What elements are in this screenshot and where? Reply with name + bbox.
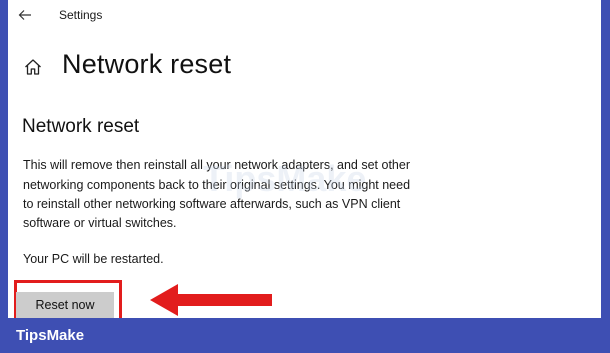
- settings-window: Settings Network reset Network reset Thi…: [8, 0, 601, 318]
- page-title: Network reset: [62, 49, 232, 79]
- description-line: software or virtual switches.: [23, 216, 177, 230]
- title-bar: Settings: [8, 0, 601, 30]
- screenshot-frame: Settings Network reset Network reset Thi…: [0, 0, 610, 353]
- home-icon[interactable]: [23, 57, 43, 77]
- restart-note: Your PC will be restarted.: [23, 252, 164, 266]
- description-line: networking components back to their orig…: [23, 178, 411, 192]
- arrow-left-icon[interactable]: [17, 7, 33, 23]
- red-arrow-annotation: [150, 284, 272, 316]
- description-line: to reinstall other networking software a…: [23, 197, 401, 211]
- reset-now-button[interactable]: Reset now: [16, 292, 114, 318]
- brand-bar: TipsMake: [0, 318, 610, 353]
- description-line: This will remove then reinstall all your…: [23, 158, 410, 172]
- section-title: Network reset: [22, 116, 140, 137]
- brand-logo-text: TipsMake: [16, 327, 85, 344]
- window-title: Settings: [59, 8, 103, 22]
